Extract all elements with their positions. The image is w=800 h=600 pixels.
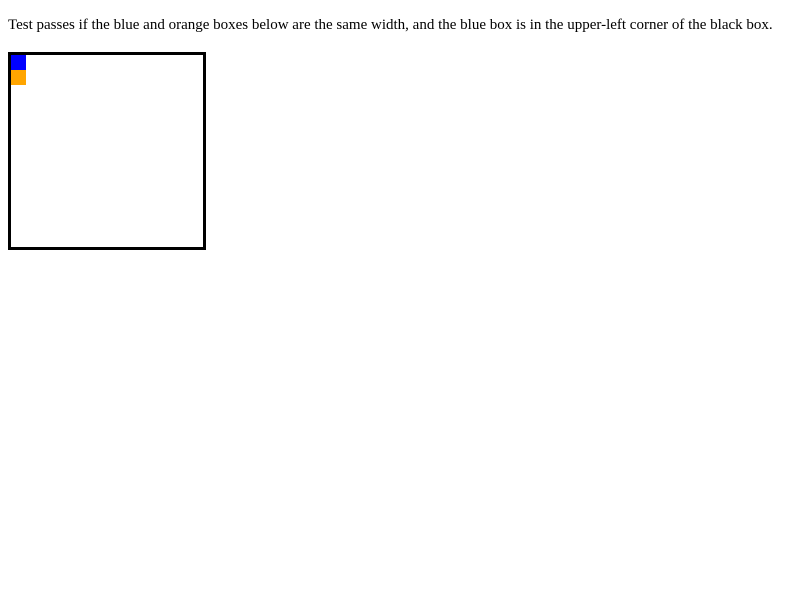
black-box (8, 52, 206, 250)
test-description: Test passes if the blue and orange boxes… (8, 17, 773, 33)
blue-box (11, 55, 26, 70)
orange-box (11, 70, 26, 85)
